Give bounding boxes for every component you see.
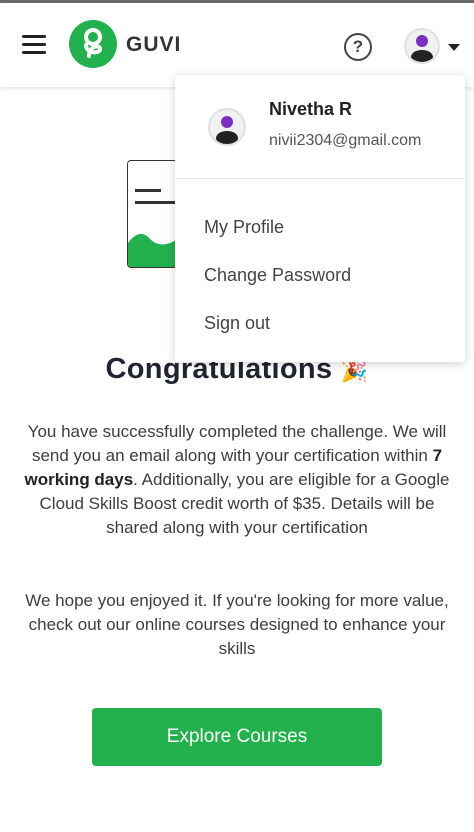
avatar-icon [208,108,246,146]
message-text-1: You have successfully completed the chal… [27,422,447,465]
hamburger-icon[interactable] [22,35,46,55]
menu-item-change-password[interactable]: Change Password [204,265,351,286]
brand-name[interactable]: GUVI [126,33,181,57]
help-icon[interactable]: ? [344,33,372,61]
guvi-logo-icon[interactable] [69,20,117,68]
enjoy-message: We hope you enjoyed it. If you're lookin… [25,591,449,658]
profile-dropdown: Nivetha R nivii2304@gmail.com My Profile… [175,75,465,362]
user-email: nivii2304@gmail.com [269,132,422,149]
caret-down-icon[interactable] [448,44,460,51]
divider [175,178,465,179]
user-name: Nivetha R [269,99,353,119]
explore-courses-button[interactable]: Explore Courses [92,708,382,766]
menu-item-sign-out[interactable]: Sign out [204,313,270,334]
avatar-icon[interactable] [404,28,440,64]
menu-item-my-profile[interactable]: My Profile [204,217,284,238]
completion-message: You have successfully completed the chal… [18,420,456,540]
